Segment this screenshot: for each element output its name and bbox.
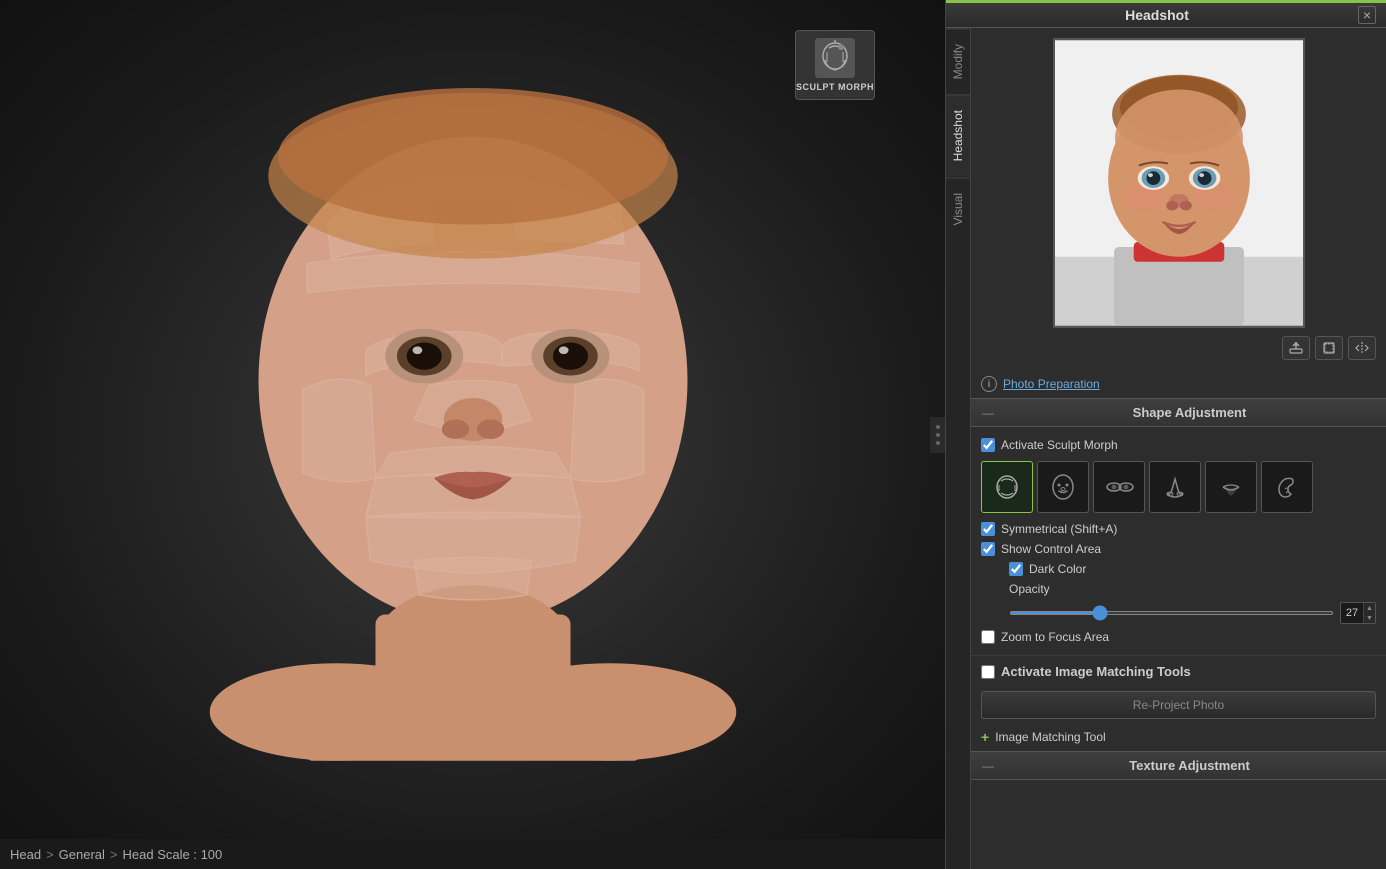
viewport-handle[interactable] — [930, 417, 945, 453]
sculpt-morph-icon — [815, 38, 855, 78]
flip-photo-button[interactable] — [1348, 336, 1376, 360]
opacity-row: Opacity — [1009, 579, 1376, 599]
opacity-increment-button[interactable]: ▲ — [1364, 603, 1375, 613]
texture-adjustment-header: — Texture Adjustment — [971, 751, 1386, 780]
morph-eyes-button[interactable] — [1093, 461, 1145, 513]
sculpt-morph-label: SCULPT MORPH — [796, 82, 874, 92]
activate-sculpt-morph-row: Activate Sculpt Morph — [981, 435, 1376, 455]
zoom-to-focus-label[interactable]: Zoom to Focus Area — [1001, 630, 1109, 644]
tab-headshot[interactable]: Headshot — [946, 94, 970, 176]
symmetrical-checkbox[interactable] — [981, 522, 995, 536]
reproject-photo-button[interactable]: Re-Project Photo — [981, 691, 1376, 719]
symmetrical-row: Symmetrical (Shift+A) — [981, 519, 1376, 539]
dark-color-checkbox[interactable] — [1009, 562, 1023, 576]
texture-collapse-button[interactable]: — — [981, 759, 995, 773]
breadcrumb-value: 100 — [201, 847, 223, 862]
tab-visual[interactable]: Visual — [946, 177, 970, 240]
shape-adjustment-content: Activate Sculpt Morph — [971, 427, 1386, 655]
tab-modify[interactable]: Modify — [946, 28, 970, 94]
breadcrumb-sep1: > — [46, 847, 54, 862]
photo-controls — [981, 336, 1376, 360]
opacity-value: 27 — [1346, 607, 1358, 619]
title-bar: Headshot × — [946, 0, 1386, 28]
baby-head-svg — [133, 10, 813, 790]
breadcrumb-colon: : — [190, 847, 201, 862]
dark-color-label[interactable]: Dark Color — [1029, 562, 1086, 576]
activate-image-matching-checkbox[interactable] — [981, 665, 995, 679]
opacity-decrement-button[interactable]: ▼ — [1364, 613, 1375, 623]
opacity-value-box: 27 ▲ ▼ — [1340, 602, 1376, 624]
breadcrumb-sep2: > — [110, 847, 118, 862]
export-photo-button[interactable] — [1282, 336, 1310, 360]
show-control-area-label[interactable]: Show Control Area — [1001, 542, 1101, 556]
close-button[interactable]: × — [1358, 6, 1376, 24]
photo-prep-row: i Photo Preparation — [971, 370, 1386, 398]
activate-sculpt-morph-label[interactable]: Activate Sculpt Morph — [1001, 438, 1118, 452]
symmetrical-label[interactable]: Symmetrical (Shift+A) — [1001, 522, 1117, 536]
baby-head-canvas — [0, 0, 945, 839]
dark-color-row: Dark Color — [1009, 559, 1376, 579]
activate-image-matching-label[interactable]: Activate Image Matching Tools — [1001, 664, 1191, 679]
morph-icons-row — [981, 455, 1376, 519]
viewport[interactable]: SCULPT MORPH Head > General > Head Scale… — [0, 0, 945, 869]
photo-prep-link[interactable]: Photo Preparation — [1003, 377, 1100, 391]
photo-container — [1053, 38, 1305, 328]
image-matching-plus-icon: + — [981, 729, 989, 745]
breadcrumb-head-scale: Head Scale — [123, 847, 190, 862]
activate-sculpt-morph-checkbox[interactable] — [981, 438, 995, 452]
zoom-to-focus-row: Zoom to Focus Area — [981, 627, 1376, 647]
handle-dot — [936, 425, 940, 429]
handle-dot — [936, 433, 940, 437]
main-content: Modify Headshot Visual — [946, 28, 1386, 869]
opacity-label: Opacity — [1009, 582, 1059, 596]
activate-image-matching-row: Activate Image Matching Tools — [971, 655, 1386, 687]
shape-adjustment-title: Shape Adjustment — [1003, 405, 1376, 420]
morph-nose-button[interactable] — [1149, 461, 1201, 513]
breadcrumb-head: Head — [10, 847, 41, 862]
shape-collapse-button[interactable]: — — [981, 406, 995, 420]
morph-ear-button[interactable] — [1261, 461, 1313, 513]
opacity-slider-row: 27 ▲ ▼ — [1009, 599, 1376, 627]
baby-photo — [1055, 38, 1303, 328]
sculpt-morph-button[interactable]: SCULPT MORPH — [795, 30, 875, 100]
morph-mouth-button[interactable] — [1205, 461, 1257, 513]
image-matching-tool-row[interactable]: + Image Matching Tool — [971, 723, 1386, 751]
panel-title: Headshot — [956, 7, 1358, 23]
tab-strip: Modify Headshot Visual — [946, 28, 971, 869]
status-bar: Head > General > Head Scale : 100 — [0, 839, 945, 869]
opacity-spin-buttons: ▲ ▼ — [1363, 603, 1375, 623]
photo-prep-info-icon[interactable]: i — [981, 376, 997, 392]
show-control-area-row: Show Control Area — [981, 539, 1376, 559]
show-control-area-checkbox[interactable] — [981, 542, 995, 556]
panel-content: i Photo Preparation — Shape Adjustment A… — [971, 28, 1386, 869]
opacity-slider[interactable] — [1009, 611, 1334, 615]
morph-head-button[interactable] — [981, 461, 1033, 513]
handle-dot — [936, 441, 940, 445]
crop-photo-button[interactable] — [1315, 336, 1343, 360]
right-panel: Headshot × Modify Headshot Visual — [945, 0, 1386, 869]
texture-adjustment-title: Texture Adjustment — [1003, 758, 1376, 773]
breadcrumb-general: General — [59, 847, 105, 862]
image-matching-tool-label: Image Matching Tool — [995, 730, 1106, 744]
morph-face-button[interactable] — [1037, 461, 1089, 513]
dark-color-indent: Dark Color Opacity 27 ▲ ▼ — [981, 559, 1376, 627]
photo-area — [971, 28, 1386, 370]
zoom-to-focus-checkbox[interactable] — [981, 630, 995, 644]
shape-adjustment-header: — Shape Adjustment — [971, 398, 1386, 427]
